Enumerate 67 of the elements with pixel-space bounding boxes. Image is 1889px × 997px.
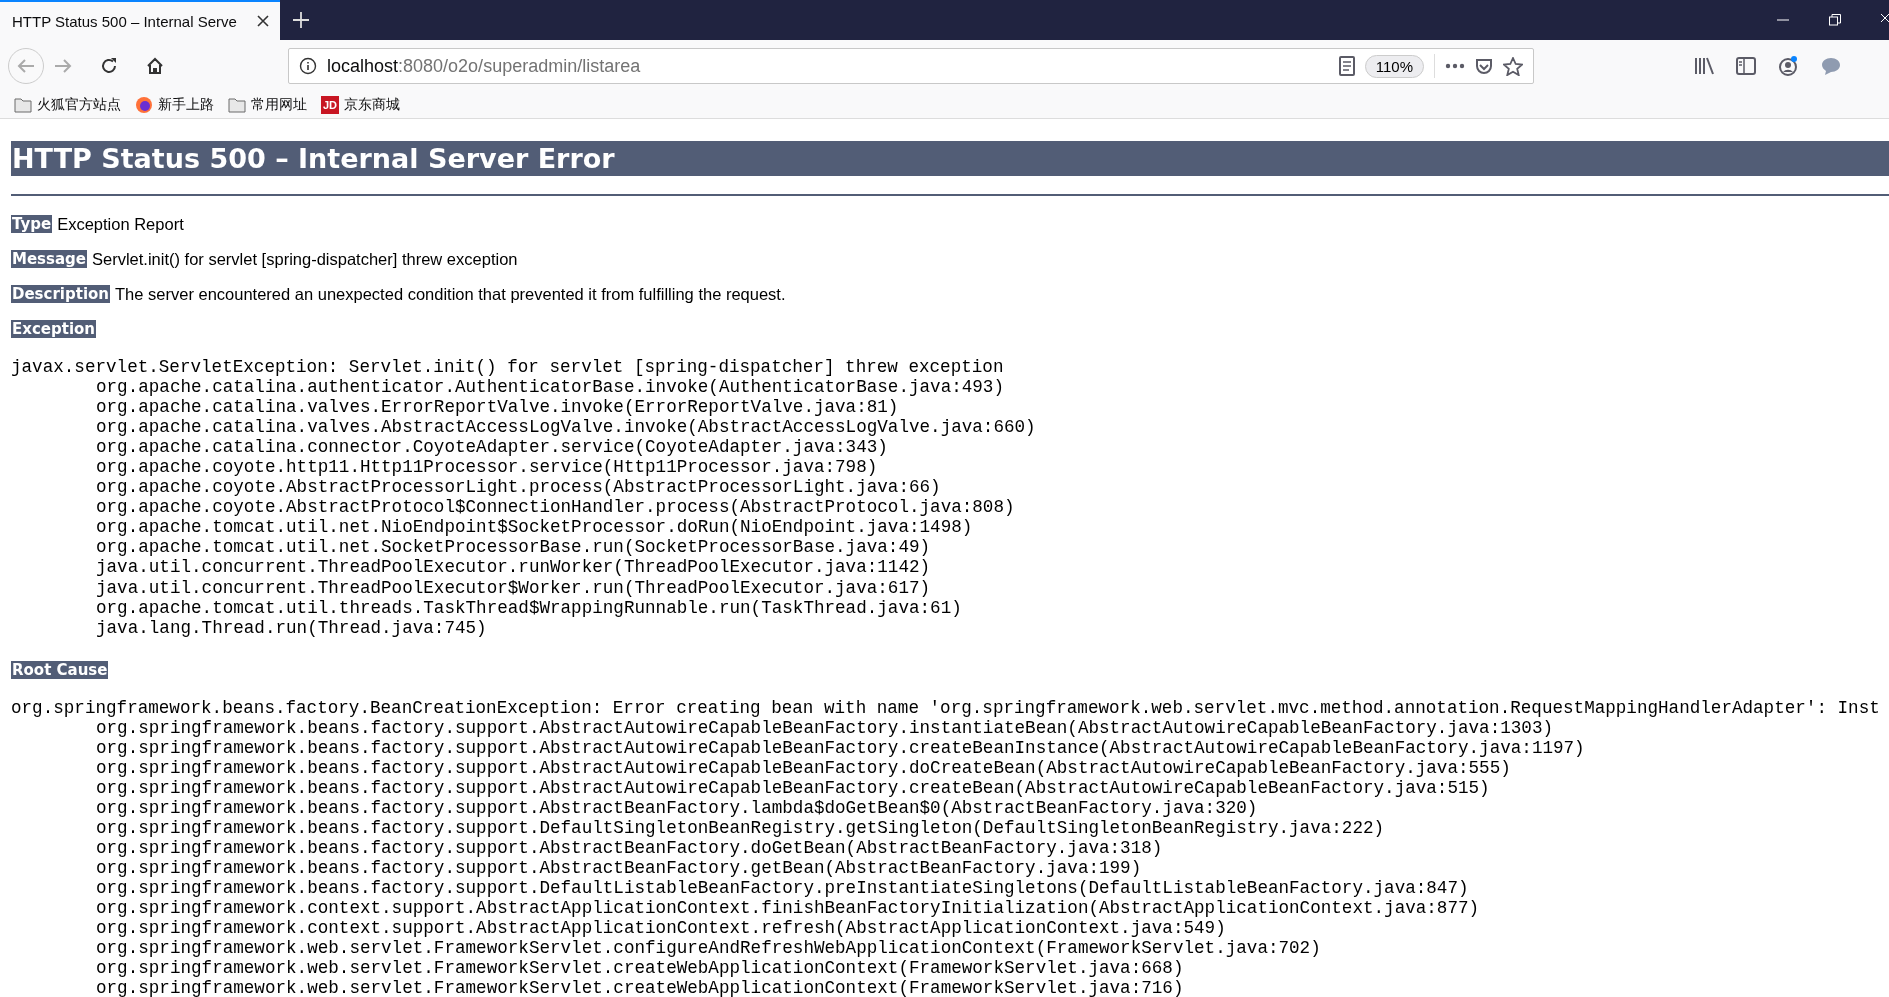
exception-message: javax.servlet.ServletException: Servlet.init() for servlet [spring-dispatcher] threw exception <box>11 357 1005 378</box>
error-title: HTTP Status 500 – Internal Server Error <box>11 141 1889 176</box>
bookmark-label: 京东商城 <box>344 96 400 114</box>
folder-icon <box>14 97 32 113</box>
stack-frame: java.util.concurrent.ThreadPoolExecutor.runWorker(ThreadPoolExecutor.java:1142) <box>11 557 1889 578</box>
section-label: Exception <box>11 320 97 338</box>
stack-frame: org.springframework.beans.factory.support.AbstractAutowireCapableBeanFactory.createBean(AbstractAutowireCapableBeanFactory.java:515) <box>11 777 1889 798</box>
bookmark-item[interactable]: 火狐官方站点 <box>14 96 121 114</box>
stack-frame: org.springframework.beans.factory.support.AbstractBeanFactory.getBean(AbstractBeanFactory.java:199) <box>11 858 1889 879</box>
field-value: The server encountered an unexpected condition that prevented it from fulfilling the request. <box>115 284 786 304</box>
library-icon[interactable] <box>1694 57 1714 75</box>
stack-frame: java.util.concurrent.ThreadPoolExecutor$Worker.run(ThreadPoolExecutor.java:617) <box>11 577 1889 598</box>
restore-icon[interactable] <box>1829 14 1841 26</box>
browser-tab[interactable]: HTTP Status 500 – Internal Serve <box>0 0 280 40</box>
document-icon[interactable] <box>1338 56 1355 76</box>
field-label: Message <box>11 250 87 268</box>
stack-frame: org.springframework.web.servlet.FrameworkServlet.configureAndRefreshWebApplicationContext(FrameworkServlet.java:702) <box>11 938 1889 959</box>
bookmark-item[interactable]: JD 京东商城 <box>321 96 400 114</box>
store-logo-icon: JD <box>321 96 339 114</box>
stack-frame: org.springframework.beans.factory.support.AbstractAutowireCapableBeanFactory.doCreateBean(AbstractAutowireCapableBeanFactory.java:555) <box>11 757 1889 778</box>
stack-frame: org.apache.catalina.valves.AbstractAccessLogValve.invoke(AbstractAccessLogValve.java:660) <box>11 417 1889 438</box>
star-icon[interactable] <box>1503 56 1523 76</box>
bookmark-label: 常用网址 <box>251 96 307 114</box>
stack-frame: org.apache.tomcat.util.threads.TaskThread$WrappingRunnable.run(TaskThread.java:61) <box>11 597 1889 618</box>
pocket-icon[interactable] <box>1475 57 1493 75</box>
field-value: Exception Report <box>57 214 184 234</box>
stack-frame: org.springframework.beans.factory.support.DefaultListableBeanFactory.preInstantiateSingletons(DefaultListableBeanFactory.java:847) <box>11 878 1889 899</box>
zoom-indicator[interactable]: 110% <box>1364 54 1424 78</box>
more-icon[interactable] <box>1445 63 1465 69</box>
stack-frame: org.apache.catalina.authenticator.AuthenticatorBase.invoke(AuthenticatorBase.java:493) <box>11 377 1889 398</box>
info-icon[interactable] <box>299 57 317 75</box>
stack-frame: org.springframework.beans.factory.support.AbstractAutowireCapableBeanFactory.instantiateBean(AbstractAutowireCapableBeanFactory.java:1303) <box>11 717 1889 738</box>
stack-frame: org.springframework.web.servlet.FrameworkServlet.createWebApplicationContext(FrameworkServlet.java:668) <box>11 958 1889 979</box>
bookmark-item[interactable]: 常用网址 <box>228 96 307 114</box>
bookmark-item[interactable]: 新手上路 <box>135 96 214 114</box>
stack-frame: org.apache.catalina.valves.ErrorReportValve.invoke(ErrorReportValve.java:81) <box>11 397 1889 418</box>
stack-frame: org.springframework.web.servlet.FrameworkServlet.createWebApplicationContext(FrameworkServlet.java:716) <box>11 978 1889 997</box>
stack-frame: org.apache.coyote.AbstractProtocol$ConnectionHandler.process(AbstractProtocol.java:808) <box>11 497 1889 518</box>
account-icon[interactable] <box>1778 56 1798 76</box>
address-bar[interactable]: localhost:8080/o2o/superadmin/listarea 110% <box>288 48 1534 84</box>
stack-frame: org.springframework.context.support.AbstractApplicationContext.finishBeanFactoryInitialization(AbstractApplicationContext.java:877) <box>11 898 1889 919</box>
bookmark-label: 火狐官方站点 <box>37 96 121 114</box>
section-label: Root Cause <box>11 660 109 679</box>
exception-message: org.springframework.beans.factory.BeanCreationException: Error creating bean with name 'org.springframework.web.servlet.mvc.method.annotation.RequestMappingHandlerAdapter': Inst <box>11 697 1881 718</box>
stack-frame: org.apache.coyote.AbstractProcessorLight.process(AbstractProcessorLight.java:66) <box>11 477 1889 498</box>
plus-icon[interactable] <box>292 11 310 29</box>
stack-frame: org.springframework.beans.factory.support.AbstractBeanFactory.doGetBean(AbstractBeanFactory.java:318) <box>11 838 1889 859</box>
reload-icon[interactable] <box>100 57 118 75</box>
folder-icon <box>228 97 246 113</box>
stack-frame: org.apache.coyote.http11.Http11Processor.service(Http11Processor.java:798) <box>11 457 1889 478</box>
field-label: Type <box>11 215 53 233</box>
stack-frame: org.springframework.beans.factory.support.AbstractBeanFactory.lambda$doGetBean$0(AbstractBeanFactory.java:320) <box>11 797 1889 818</box>
sidebar-icon[interactable] <box>1736 57 1756 75</box>
arrow-left-icon <box>17 58 35 74</box>
home-icon[interactable] <box>146 57 164 75</box>
bookmark-label: 新手上路 <box>158 96 214 114</box>
stack-frame: java.lang.Thread.run(Thread.java:745) <box>11 617 1889 638</box>
field-label: Description <box>11 285 111 303</box>
field-value: Servlet.init() for servlet [spring-dispatcher] threw exception <box>92 249 518 269</box>
stack-frame: org.apache.tomcat.util.net.NioEndpoint$SocketProcessor.doRun(NioEndpoint.java:1498) <box>11 517 1889 538</box>
stack-frame: org.springframework.beans.factory.support.AbstractAutowireCapableBeanFactory.createBeanInstance(AbstractAutowireCapableBeanFactory.java:1197) <box>11 737 1889 758</box>
close-icon[interactable] <box>256 14 270 28</box>
stack-frame: org.springframework.context.support.AbstractApplicationContext.refresh(AbstractApplicationContext.java:549) <box>11 918 1889 939</box>
chat-icon[interactable] <box>1820 56 1842 76</box>
stack-frame: org.springframework.beans.factory.support.DefaultSingletonBeanRegistry.getSingleton(DefaultSingletonBeanRegistry.java:222) <box>11 817 1889 838</box>
stack-frame: org.apache.tomcat.util.net.SocketProcessorBase.run(SocketProcessorBase.java:49) <box>11 537 1889 558</box>
stack-frame: org.apache.catalina.connector.CoyoteAdapter.service(CoyoteAdapter.java:343) <box>11 437 1889 458</box>
